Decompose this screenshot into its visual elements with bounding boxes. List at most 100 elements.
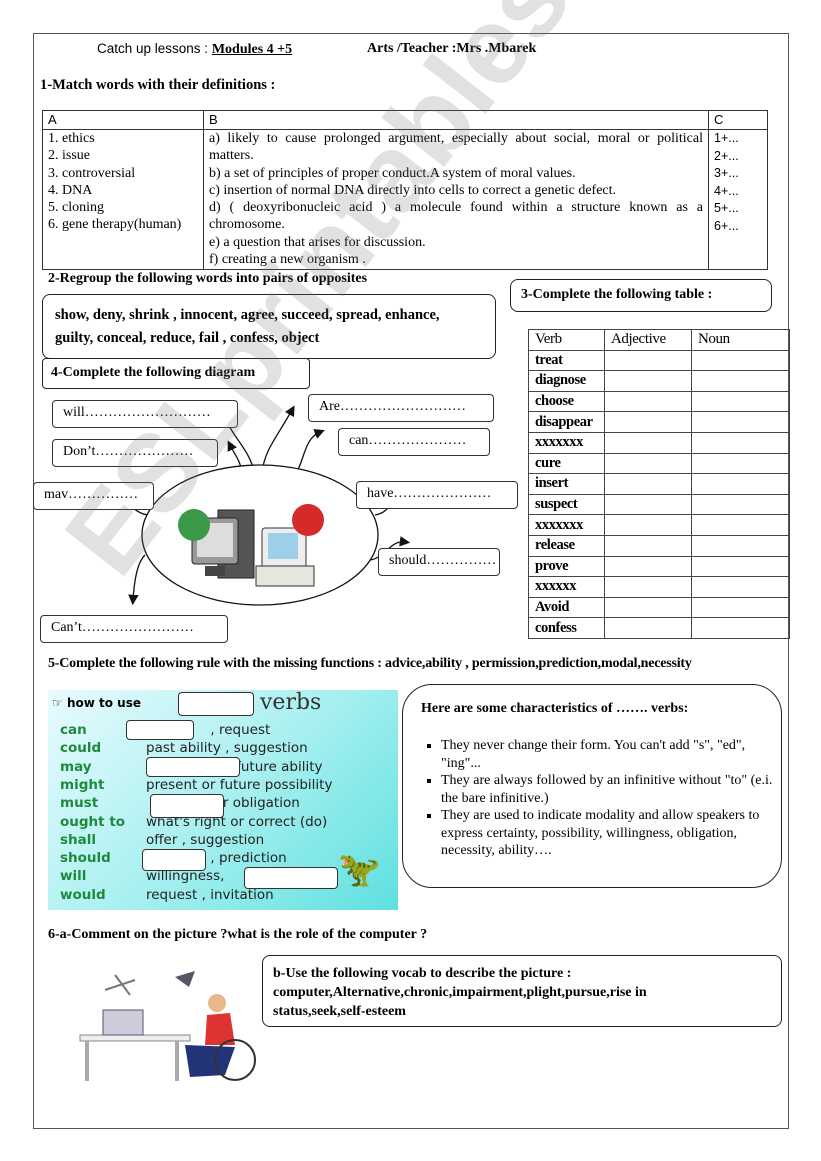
section3-title-box: 3-Complete the following table : <box>510 279 772 312</box>
diagram-box-cant[interactable]: Can’t…………………… <box>40 615 228 643</box>
modal-verb: should <box>60 850 111 867</box>
vocab-title: b-Use the following vocab to describe th… <box>273 966 572 981</box>
thumbs-up-icon <box>178 509 210 541</box>
verb-cell: insert <box>528 473 605 495</box>
diagram-box-may[interactable]: mav…………… <box>33 482 154 510</box>
table-header-row: Verb Adjective Noun <box>528 329 790 351</box>
answer-slot[interactable]: 5+... <box>714 200 762 218</box>
wheelchair-computer-picture <box>79 971 256 1081</box>
noun-cell[interactable] <box>691 514 790 536</box>
table-row: cure <box>528 452 790 475</box>
noun-cell[interactable] <box>691 431 790 454</box>
verb-cell: confess <box>528 617 605 639</box>
section5-title: 5-Complete the following rule with the m… <box>48 656 692 672</box>
definition-item: b) a set of principles of proper conduct… <box>209 165 576 181</box>
modal-verb: might <box>60 776 105 793</box>
blank-modal[interactable] <box>178 692 254 716</box>
table-row: suspect <box>528 493 790 516</box>
blank-will[interactable] <box>244 867 338 889</box>
section1-title: 1-Match words with their definitions : <box>40 77 276 93</box>
diagram-box-should[interactable]: should…………… <box>378 548 500 576</box>
noun-cell[interactable] <box>691 349 790 372</box>
dinosaur-rider-icon: 🦖 <box>338 850 381 890</box>
answer-slot[interactable]: 4+... <box>714 183 762 201</box>
word-item: 4. DNA <box>48 182 93 198</box>
adjective-cell[interactable] <box>604 514 692 536</box>
diagram-box-can[interactable]: can………………… <box>338 428 490 456</box>
answer-slot[interactable]: 1+... <box>714 130 762 148</box>
characteristic-item: They never change their form. You can't … <box>441 737 781 772</box>
verb-cell: xxxxxxx <box>528 514 605 536</box>
adjective-cell[interactable] <box>604 617 692 639</box>
adjective-cell[interactable] <box>604 493 692 516</box>
noun-cell[interactable] <box>691 411 790 433</box>
adjective-cell[interactable] <box>604 431 692 454</box>
word-forms-table: Verb Adjective Noun treat diagnose choose disa… <box>528 329 790 639</box>
adjective-cell[interactable] <box>604 576 692 598</box>
noun-cell[interactable] <box>691 555 790 578</box>
diagram-box-will[interactable]: will……………………… <box>52 400 238 428</box>
blank-should[interactable] <box>142 849 206 871</box>
characteristic-item: They are used to indicate modality and a… <box>441 807 781 860</box>
modal-row: could past ability , suggestion <box>60 740 308 756</box>
col-c-header: C <box>708 110 768 130</box>
noun-cell[interactable] <box>691 370 790 392</box>
diagram-box-have[interactable]: have………………… <box>356 481 518 509</box>
modal-row: might present or future possibility <box>60 777 332 793</box>
definitions-cell: a) likely to cause prolonged argument, e… <box>203 129 709 270</box>
answers-cell[interactable]: 1+... 2+... 3+... 4+... 5+... 6+... <box>708 129 768 270</box>
definition-item: d) ( deoxyribonucleic acid ) a molecule … <box>209 200 703 233</box>
adjective-cell[interactable] <box>604 370 692 392</box>
answer-slot[interactable]: 3+... <box>714 165 762 183</box>
adjective-cell[interactable] <box>604 473 692 495</box>
adjective-cell[interactable] <box>604 390 692 413</box>
verb-cell: diagnose <box>528 370 605 392</box>
modal-use: request , invitation <box>146 886 274 903</box>
table-row: insert <box>528 473 790 495</box>
adjective-cell[interactable] <box>604 596 692 619</box>
blank-can[interactable] <box>126 720 194 740</box>
modal-use: offer , suggestion <box>146 831 265 848</box>
word-item: 6. gene therapy(human) <box>48 217 182 233</box>
characteristic-item: They are always followed by an infinitiv… <box>441 772 781 807</box>
noun-cell[interactable] <box>691 493 790 516</box>
diagram-box-are[interactable]: Are……………………… <box>308 394 494 422</box>
modal-verb: shall <box>60 831 97 848</box>
blank-must[interactable] <box>150 794 224 818</box>
adjective-cell[interactable] <box>604 534 692 557</box>
adjective-cell[interactable] <box>604 411 692 433</box>
noun-cell[interactable] <box>691 390 790 413</box>
verb-cell: cure <box>528 452 605 475</box>
words-cell: 1. ethics 2. issue 3. controversial 4. DNA… <box>42 129 204 270</box>
noun-cell[interactable] <box>691 452 790 475</box>
noun-cell[interactable] <box>691 596 790 619</box>
section6-title: 6-a-Comment on the picture ?what is the … <box>48 927 428 942</box>
noun-cell[interactable] <box>691 473 790 495</box>
table-row: confess <box>528 617 790 639</box>
table-row: Avoid <box>528 596 790 619</box>
header-lessons: Catch up lessons : <box>97 41 212 56</box>
section3-title: 3-Complete the following table : <box>521 287 713 302</box>
answer-slot[interactable]: 2+... <box>714 148 762 166</box>
characteristics-title: Here are some characteristics of ……. ver… <box>421 701 689 716</box>
word-item: 1. ethics <box>48 131 95 146</box>
opposites-line-2: guilty, conceal, reduce, fail , confess,… <box>55 330 320 346</box>
column-header: Adjective <box>604 329 692 351</box>
verb-cell: release <box>528 534 605 557</box>
word-item: 3. controversial <box>48 165 136 181</box>
adjective-cell[interactable] <box>604 349 692 372</box>
definition-item: f) creating a new organism . <box>209 252 366 268</box>
verb-cell: treat <box>528 349 605 372</box>
modal-verb: will <box>60 868 87 885</box>
noun-cell[interactable] <box>691 617 790 639</box>
noun-cell[interactable] <box>691 576 790 598</box>
answer-slot[interactable]: 6+... <box>714 218 762 236</box>
adjective-cell[interactable] <box>604 452 692 475</box>
noun-cell[interactable] <box>691 534 790 557</box>
blank-may[interactable] <box>146 757 240 777</box>
modal-verb: would <box>60 886 106 903</box>
table-row: diagnose <box>528 370 790 392</box>
adjective-cell[interactable] <box>604 555 692 578</box>
diagram-box-dont[interactable]: Don’t………………… <box>52 439 218 467</box>
column-header: Verb <box>528 329 605 351</box>
